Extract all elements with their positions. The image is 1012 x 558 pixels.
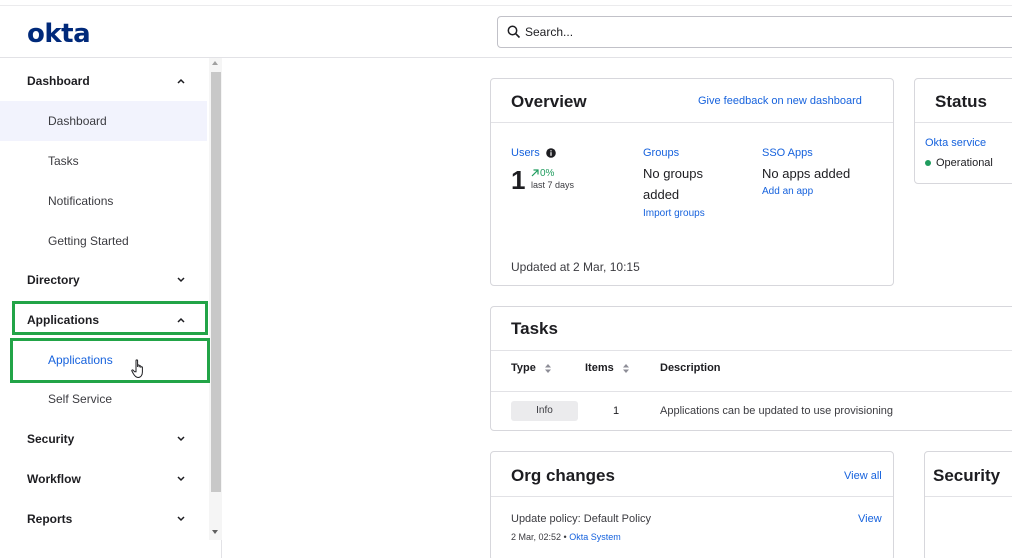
row-description: Applications can be updated to use provi… <box>660 405 893 417</box>
users-period: last 7 days <box>531 180 575 190</box>
sidebar-section-label: Workflow <box>27 472 81 486</box>
row-items-count: 1 <box>613 405 620 417</box>
chevron-down-icon <box>177 516 185 522</box>
okta-service-link[interactable]: Okta service <box>925 137 986 149</box>
sidebar-item-label: Self Service <box>48 392 113 406</box>
search-input[interactable]: Search... <box>497 16 1012 48</box>
chevron-down-icon <box>177 436 185 442</box>
overview-title: Overview <box>511 92 587 111</box>
security-divider <box>925 496 1012 497</box>
add-app-link[interactable]: Add an app <box>762 186 813 197</box>
tasks-row-divider <box>491 391 1012 392</box>
column-items[interactable]: Items <box>585 362 629 374</box>
security-card: Security <box>924 451 1012 558</box>
sidebar-item-tasks[interactable]: Tasks <box>0 141 207 181</box>
feedback-link[interactable]: Give feedback on new dashboard <box>698 95 862 107</box>
change-actor-link[interactable]: Okta System <box>569 532 621 542</box>
sidebar-item-notifications[interactable]: Notifications <box>0 181 207 221</box>
info-icon[interactable] <box>546 148 556 158</box>
sidebar-item-self-service[interactable]: Self Service <box>0 379 207 419</box>
sidebar-section-directory[interactable]: Directory <box>0 260 207 300</box>
sidebar-section-label: Reports <box>27 512 73 526</box>
sidebar-item-label: Notifications <box>48 194 114 208</box>
view-change-link[interactable]: View <box>858 513 882 525</box>
column-type[interactable]: Type <box>511 362 551 374</box>
org-changes-card: Org changes View all Update policy: Defa… <box>490 451 894 558</box>
sort-icon <box>544 363 551 373</box>
sidebar-item-dashboard[interactable]: Dashboard <box>0 101 207 141</box>
import-groups-link[interactable]: Import groups <box>643 208 705 219</box>
change-meta: 2 Mar, 02:52 • Okta System <box>511 532 621 542</box>
highlight-box-applications-item <box>10 338 210 383</box>
tasks-divider <box>491 350 1012 351</box>
sso-apps-text: No apps added <box>762 166 851 181</box>
column-items-label: Items <box>585 362 614 374</box>
users-link[interactable]: Users <box>511 147 540 159</box>
sidebar-item-label: Tasks <box>48 154 79 168</box>
change-title: Update policy: Default Policy <box>511 513 652 525</box>
org-changes-divider <box>491 496 893 497</box>
overview-divider <box>491 122 893 123</box>
search-placeholder: Search... <box>525 25 574 39</box>
sidebar: Dashboard Dashboard Tasks Notifications … <box>0 58 222 558</box>
sso-apps-link[interactable]: SSO Apps <box>762 147 813 159</box>
sidebar-section-label: Directory <box>27 273 80 287</box>
hand-pointer-cursor-icon <box>131 359 143 379</box>
users-count: 1 <box>511 165 526 195</box>
chevron-up-icon <box>177 78 185 84</box>
chevron-down-icon <box>177 277 185 283</box>
search-icon <box>507 25 521 39</box>
table-row[interactable]: Info 1 Applications can be updated to us… <box>491 393 1012 429</box>
tasks-card: Tasks Type Items Description Info 1 Appl… <box>490 306 1012 431</box>
overview-updated-time: Updated at 2 Mar, 10:15 <box>511 260 640 274</box>
column-description: Description <box>660 362 721 374</box>
status-dot-icon <box>925 160 931 167</box>
sidebar-section-workflow[interactable]: Workflow <box>0 459 207 499</box>
view-all-link[interactable]: View all <box>844 470 882 482</box>
scroll-up-arrow-icon[interactable] <box>212 61 218 65</box>
highlight-box-applications-section <box>12 301 208 335</box>
browser-edge <box>0 0 1012 6</box>
groups-text-line1: No groups <box>643 166 703 181</box>
sidebar-item-label: Dashboard <box>48 114 107 128</box>
type-badge: Info <box>511 401 578 421</box>
okta-logo[interactable]: okta <box>27 19 91 49</box>
sort-icon <box>622 363 629 373</box>
sidebar-section-label: Security <box>27 432 75 446</box>
top-header: okta Search... <box>0 0 1012 58</box>
sidebar-section-reports[interactable]: Reports <box>0 499 207 539</box>
security-title: Security <box>933 466 1001 485</box>
change-time: 2 Mar, 02:52 <box>511 532 562 542</box>
list-item: Update policy: Default Policy View 2 Mar… <box>491 498 893 548</box>
status-card: Status Okta service Operational <box>914 78 1012 184</box>
status-title: Status <box>935 92 987 111</box>
users-change: 0% <box>540 168 555 179</box>
scroll-down-arrow-icon[interactable] <box>212 530 218 534</box>
column-type-label: Type <box>511 362 536 374</box>
sidebar-section-dashboard[interactable]: Dashboard <box>0 61 207 101</box>
groups-text-line2: added <box>643 187 680 202</box>
sidebar-section-label: Dashboard <box>27 74 90 88</box>
tasks-table-header: Type Items Description <box>491 352 1012 390</box>
groups-link[interactable]: Groups <box>643 147 679 159</box>
service-status-text: Operational <box>936 157 993 169</box>
tasks-title: Tasks <box>511 319 558 338</box>
sidebar-item-getting-started[interactable]: Getting Started <box>0 221 207 261</box>
trend-up-arrow-icon <box>531 169 539 177</box>
org-changes-title: Org changes <box>511 466 615 485</box>
sidebar-item-label: Getting Started <box>48 234 129 248</box>
sidebar-section-security[interactable]: Security <box>0 419 207 459</box>
sidebar-scrollbar-thumb[interactable] <box>211 72 221 492</box>
overview-card: Overview Give feedback on new dashboard … <box>490 78 894 286</box>
service-status: Operational <box>925 157 993 169</box>
chevron-down-icon <box>177 476 185 482</box>
status-divider <box>915 122 1012 123</box>
